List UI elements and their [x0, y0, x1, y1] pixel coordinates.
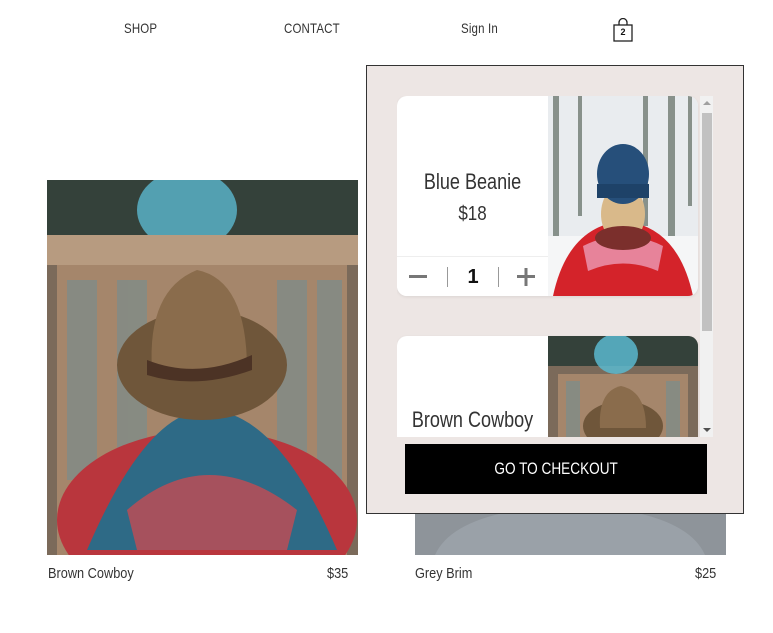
- cart-item-name: Blue Beanie: [423, 169, 522, 194]
- cart-item-info: Brown Cowboy: [397, 336, 548, 437]
- product-image-brown-cowboy[interactable]: [47, 180, 358, 555]
- cart-item: Brown Cowboy: [397, 336, 698, 437]
- cart-item-price: $18: [458, 203, 487, 225]
- cart-dropdown: Blue Beanie $18 1 Brown Cowboy GO TO CHE…: [366, 65, 744, 514]
- nav-contact-link[interactable]: CONTACT: [284, 20, 340, 36]
- product-name[interactable]: Brown Cowboy: [48, 565, 134, 582]
- minus-icon[interactable]: [405, 264, 431, 290]
- product-name[interactable]: Grey Brim: [415, 565, 472, 582]
- cart-item-info: Blue Beanie $18 1: [397, 96, 548, 296]
- scroll-down-icon[interactable]: [703, 428, 711, 432]
- product-price: $25: [695, 565, 717, 582]
- cart-item-name: Brown Cowboy: [411, 407, 534, 432]
- cart-items-list[interactable]: Blue Beanie $18 1 Brown Cowboy: [397, 96, 700, 437]
- plus-icon[interactable]: [513, 264, 539, 290]
- checkout-button[interactable]: GO TO CHECKOUT: [405, 444, 707, 494]
- scroll-up-icon[interactable]: [703, 101, 711, 105]
- cart-item-image: [548, 96, 698, 296]
- nav-sign-in-link[interactable]: Sign In: [461, 20, 498, 36]
- quantity-divider: [447, 267, 448, 287]
- cart-item: Blue Beanie $18 1: [397, 96, 698, 296]
- cart-count-badge: 2: [620, 27, 626, 37]
- quantity-divider: [498, 267, 499, 287]
- quantity-stepper: 1: [397, 256, 548, 296]
- nav-shop-link[interactable]: SHOP: [124, 20, 157, 36]
- cart-scrollbar[interactable]: [700, 96, 713, 437]
- quantity-value[interactable]: 1: [453, 266, 493, 289]
- cart-item-image: [548, 336, 698, 437]
- checkout-button-label: GO TO CHECKOUT: [494, 459, 618, 478]
- product-price: $35: [327, 565, 349, 582]
- cart-button[interactable]: 2: [613, 18, 633, 42]
- scrollbar-thumb[interactable]: [702, 113, 712, 331]
